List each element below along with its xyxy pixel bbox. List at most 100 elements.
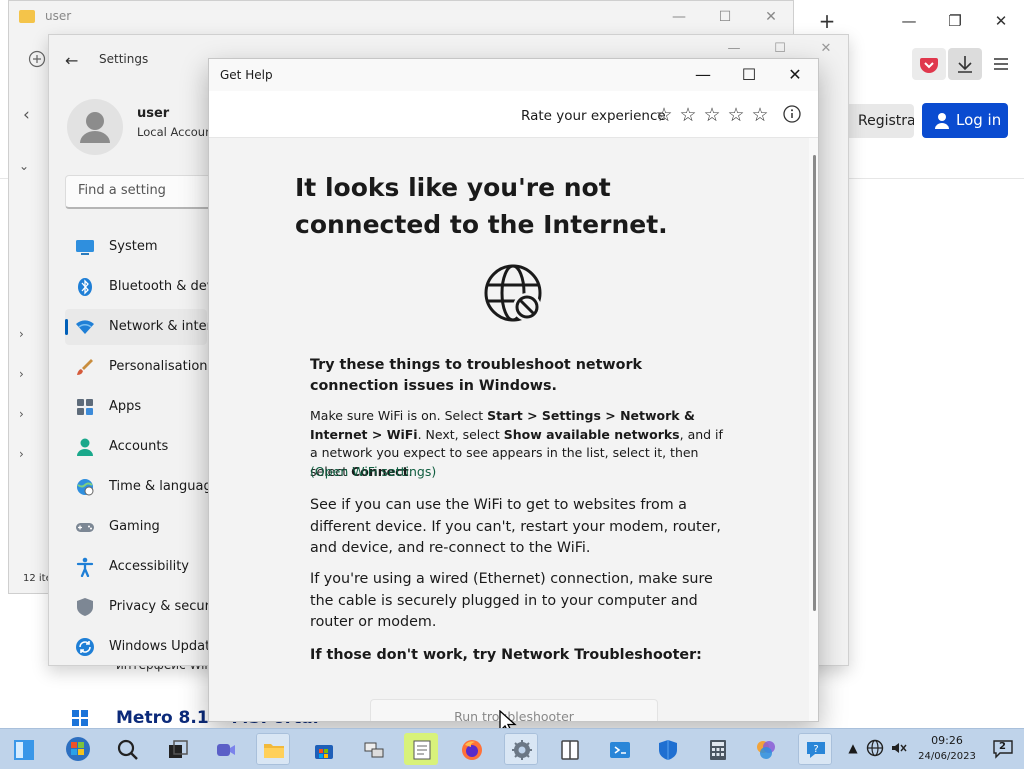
apps-icon <box>77 399 93 415</box>
new-tab-icon[interactable] <box>27 49 47 69</box>
wifi-icon <box>76 320 94 334</box>
calculator-icon <box>710 740 726 760</box>
pocket-button[interactable] <box>912 48 946 80</box>
menu-button[interactable] <box>984 48 1018 80</box>
svg-text:?: ? <box>813 744 818 755</box>
update-icon <box>76 638 94 656</box>
nav-label: System <box>109 239 158 254</box>
settings-taskbar-button[interactable] <box>504 733 538 765</box>
store-icon <box>315 745 333 759</box>
nav-item-bluetooth[interactable]: Bluetooth & devices <box>65 269 240 305</box>
scrollbar[interactable] <box>813 155 816 611</box>
login-button[interactable]: Log in <box>922 103 1008 138</box>
settings-close-button[interactable]: ✕ <box>811 39 841 59</box>
back-arrow-icon[interactable]: ← <box>65 51 78 70</box>
chevron-right-icon[interactable]: › <box>19 367 24 381</box>
file-explorer-button[interactable] <box>256 733 290 765</box>
monitor-icon <box>76 240 94 255</box>
browser-minimize-button[interactable]: — <box>893 8 925 34</box>
accessibility-icon <box>76 557 94 577</box>
explorer-minimize-button[interactable]: — <box>665 7 693 27</box>
settings-maximize-button[interactable]: ☐ <box>765 39 795 59</box>
settings-minimize-button[interactable]: — <box>719 39 749 59</box>
gear-icon <box>512 740 532 760</box>
chevron-right-icon[interactable]: › <box>19 407 24 421</box>
browser-close-button[interactable]: ✕ <box>985 8 1017 34</box>
nav-item-accessibility[interactable]: Accessibility <box>65 549 207 585</box>
folder-icon <box>264 744 284 758</box>
task-view-button[interactable] <box>160 733 194 765</box>
nav-item-accounts[interactable]: Accounts <box>65 429 207 465</box>
star-5-button[interactable]: ☆ <box>750 105 770 125</box>
photos-button[interactable] <box>748 733 782 765</box>
network-app-button[interactable] <box>356 733 390 765</box>
photos-icon <box>757 741 775 759</box>
chevron-right-icon[interactable]: › <box>19 447 24 461</box>
firefox-button[interactable] <box>454 733 488 765</box>
start-button[interactable] <box>6 733 40 765</box>
paintbrush-icon <box>77 359 93 375</box>
new-tab-button[interactable]: + <box>816 10 838 32</box>
star-1-button[interactable]: ☆ <box>654 105 674 125</box>
readers-button[interactable] <box>552 733 586 765</box>
accounts-icon <box>77 438 93 456</box>
search-button[interactable] <box>110 733 144 765</box>
notification-center-button[interactable]: 2 <box>992 739 1014 759</box>
search-input[interactable] <box>76 176 220 205</box>
network-globe-icon[interactable] <box>866 739 884 757</box>
folder-icon <box>19 10 35 23</box>
nav-item-apps[interactable]: Apps <box>65 389 207 425</box>
get-help-titlebar[interactable]: Get Help — ☐ ✕ <box>209 59 818 91</box>
remote-desktop-icon <box>610 742 630 758</box>
chevron-right-icon[interactable]: › <box>19 327 24 341</box>
explorer-back-icon[interactable]: ‹ <box>23 105 30 125</box>
info-icon[interactable] <box>783 105 801 123</box>
nav-item-gaming[interactable]: Gaming <box>65 509 207 545</box>
get-help-taskbar-button[interactable]: ? <box>798 733 832 765</box>
globe-blocked-icon <box>483 263 545 325</box>
nav-item-time-language[interactable]: Time & language <box>65 469 220 505</box>
star-3-button[interactable]: ☆ <box>702 105 722 125</box>
star-2-button[interactable]: ☆ <box>678 105 698 125</box>
notepad-app-button[interactable] <box>404 733 438 765</box>
calculator-button[interactable] <box>700 733 734 765</box>
user-name: user <box>137 106 170 121</box>
windows-orb-icon <box>66 737 90 761</box>
book-icon <box>561 740 579 760</box>
teams-button[interactable] <box>208 733 242 765</box>
open-wifi-settings-link[interactable]: (Open WiFi settings) <box>310 464 436 479</box>
nav-item-system[interactable]: System <box>65 229 207 265</box>
defender-button[interactable] <box>650 733 684 765</box>
registration-button[interactable]: Registration <box>848 104 914 138</box>
nav-label: Time & language <box>109 479 220 494</box>
browser-restore-button[interactable]: ❐ <box>939 8 971 34</box>
nav-item-personalisation[interactable]: Personalisation <box>65 349 208 385</box>
star-4-button[interactable]: ☆ <box>726 105 746 125</box>
minimize-button[interactable]: — <box>680 59 726 91</box>
chevron-down-icon[interactable]: ⌄ <box>19 159 29 173</box>
store-button[interactable] <box>306 733 340 765</box>
help-heading: It looks like you're not connected to th… <box>295 173 668 239</box>
other-device-tip: See if you can use the WiFi to get to we… <box>310 497 721 556</box>
nav-label: Gaming <box>109 519 160 534</box>
clock-time[interactable]: 09:26 <box>918 734 976 747</box>
windows7-start-button[interactable] <box>58 733 98 765</box>
notepad-icon <box>413 740 431 760</box>
explorer-maximize-button[interactable]: ☐ <box>711 7 739 27</box>
windows-logo-icon <box>72 710 88 726</box>
clock-date[interactable]: 24/06/2023 <box>918 751 976 762</box>
nav-item-network[interactable]: Network & internet <box>65 309 233 345</box>
nav-item-privacy[interactable]: Privacy & security <box>65 589 226 625</box>
maximize-button[interactable]: ☐ <box>726 59 772 91</box>
remote-desktop-button[interactable] <box>602 733 636 765</box>
show-hidden-icons-button[interactable]: ▲ <box>844 739 862 757</box>
settings-search[interactable] <box>65 175 227 209</box>
downloads-button[interactable] <box>948 48 982 80</box>
explorer-close-button[interactable]: ✕ <box>757 7 785 27</box>
close-button[interactable]: ✕ <box>772 59 818 91</box>
nav-item-windows-update[interactable]: Windows Update <box>65 629 218 665</box>
nav-label: Apps <box>109 399 142 414</box>
avatar[interactable] <box>67 99 123 155</box>
nav-label: Personalisation <box>109 359 208 374</box>
volume-muted-icon[interactable] <box>890 739 908 757</box>
